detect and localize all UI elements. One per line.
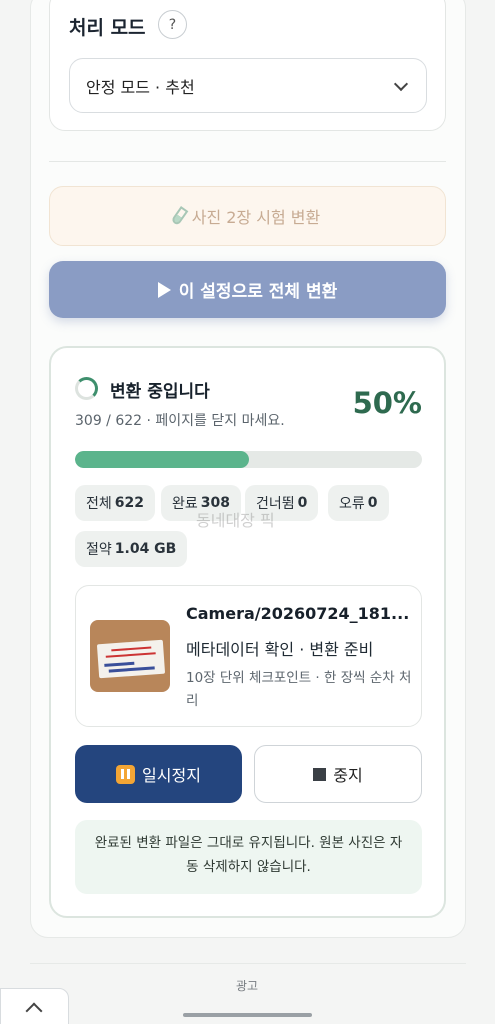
progress-bar-fill xyxy=(75,451,249,468)
stop-label: 중지 xyxy=(333,766,363,785)
convert-all-label: 이 설정으로 전체 변환 xyxy=(178,282,338,302)
page: 처리 모드 ? 안정 모드 · 추천 사진 2장 시험 변환 이 설정으로 전체… xyxy=(0,0,495,1024)
stat-value: 622 xyxy=(114,495,144,511)
stop-button[interactable]: 중지 xyxy=(254,745,422,803)
info-notice: 완료된 변환 파일은 그대로 유지됩니다. 원본 사진은 자동 삭제하지 않습니… xyxy=(75,820,422,894)
current-file-card: Camera/20260724_181... 메타데이터 확인 · 변환 준비 … xyxy=(75,585,422,727)
file-step: 메타데이터 확인 · 변환 준비 xyxy=(186,640,374,659)
progress-percent: 50% xyxy=(352,386,422,420)
progress-card: 변환 중입니다 309 / 622 · 페이지를 닫지 마세요. 50% 전체 … xyxy=(49,346,446,918)
stat-label: 전체 xyxy=(86,496,112,512)
help-icon[interactable]: ? xyxy=(158,10,187,39)
chevron-up-icon xyxy=(25,1002,43,1020)
mode-select[interactable]: 안정 모드 · 추천 xyxy=(69,58,427,113)
status-subtitle: 309 / 622 · 페이지를 닫지 마세요. xyxy=(75,413,285,429)
chevron-down-icon xyxy=(393,76,409,92)
ad-label: 광고 xyxy=(236,979,259,993)
test-tube-icon xyxy=(170,206,189,226)
stat-label: 오류 xyxy=(339,496,365,512)
stat-total: 전체 622 xyxy=(75,485,155,521)
play-icon xyxy=(157,281,171,298)
stat-label: 완료 xyxy=(172,496,198,512)
status-title: 변환 중입니다 xyxy=(110,382,210,402)
pause-button[interactable]: 일시정지 xyxy=(75,745,242,803)
scroll-top-button[interactable] xyxy=(0,988,69,1024)
file-name: Camera/20260724_181... xyxy=(186,604,410,623)
test-convert-label: 사진 2장 시험 변환 xyxy=(191,208,321,227)
spinner-icon xyxy=(75,377,98,400)
mode-title: 처리 모드 xyxy=(69,17,146,39)
stat-savings: 절약 1.04 GB xyxy=(75,531,188,567)
stat-label: 절약 xyxy=(86,542,112,558)
stat-value: 0 xyxy=(297,495,308,511)
divider xyxy=(49,161,446,162)
stop-icon xyxy=(313,767,327,781)
stat-errors: 오류 0 xyxy=(328,485,389,521)
divider xyxy=(30,963,466,964)
pause-icon xyxy=(116,764,136,784)
home-indicator xyxy=(183,1013,312,1017)
mode-select-value: 안정 모드 · 추천 xyxy=(86,77,195,97)
test-convert-button[interactable]: 사진 2장 시험 변환 xyxy=(49,186,446,246)
file-thumbnail xyxy=(90,620,170,692)
convert-all-button[interactable]: 이 설정으로 전체 변환 xyxy=(49,261,446,318)
progress-bar xyxy=(75,451,422,468)
stat-value: 1.04 GB xyxy=(114,541,177,557)
watermark: 동네대장 픽 xyxy=(196,511,275,530)
mode-section: 처리 모드 ? 안정 모드 · 추천 xyxy=(49,0,446,131)
file-note: 10장 단위 체크포인트 · 한 장씩 순차 처리 xyxy=(186,670,412,709)
pause-label: 일시정지 xyxy=(142,766,201,785)
stat-value: 0 xyxy=(367,495,378,511)
